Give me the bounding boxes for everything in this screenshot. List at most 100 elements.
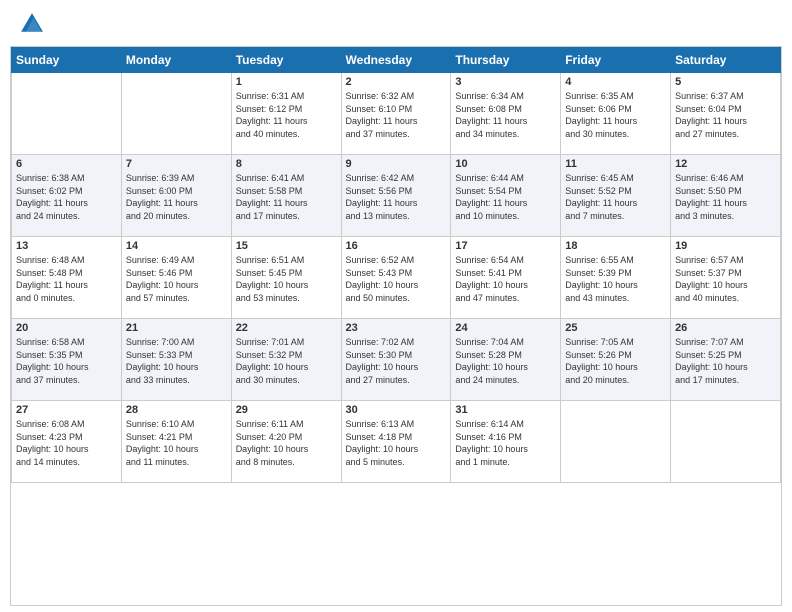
day-number: 3 (455, 76, 556, 88)
calendar-cell: 23 Sunrise: 7:02 AM Sunset: 5:30 PM Dayli… (341, 319, 451, 401)
week-row-3: 20 Sunrise: 6:58 AM Sunset: 5:35 PM Dayli… (12, 319, 781, 401)
day-info: Sunrise: 6:57 AM Sunset: 5:37 PM Dayligh… (675, 254, 776, 304)
day-info: Sunrise: 6:42 AM Sunset: 5:56 PM Dayligh… (346, 172, 447, 222)
day-number: 21 (126, 322, 227, 334)
day-number: 4 (565, 76, 666, 88)
calendar-cell: 8 Sunrise: 6:41 AM Sunset: 5:58 PM Daylig… (231, 155, 341, 237)
day-number: 5 (675, 76, 776, 88)
day-info: Sunrise: 6:55 AM Sunset: 5:39 PM Dayligh… (565, 254, 666, 304)
day-number: 8 (236, 158, 337, 170)
week-row-0: 1 Sunrise: 6:31 AM Sunset: 6:12 PM Daylig… (12, 73, 781, 155)
day-info: Sunrise: 6:46 AM Sunset: 5:50 PM Dayligh… (675, 172, 776, 222)
day-info: Sunrise: 6:31 AM Sunset: 6:12 PM Dayligh… (236, 90, 337, 140)
calendar-cell: 24 Sunrise: 7:04 AM Sunset: 5:28 PM Dayli… (451, 319, 561, 401)
calendar-cell: 27Sunrise: 6:08 AM Sunset: 4:23 PM Dayli… (12, 401, 122, 483)
day-info: Sunrise: 6:44 AM Sunset: 5:54 PM Dayligh… (455, 172, 556, 222)
calendar-table: SundayMondayTuesdayWednesdayThursdayFrid… (11, 47, 781, 483)
day-info: Sunrise: 6:08 AM Sunset: 4:23 PM Dayligh… (16, 418, 117, 468)
day-number: 18 (565, 240, 666, 252)
day-info: Sunrise: 7:07 AM Sunset: 5:25 PM Dayligh… (675, 336, 776, 386)
header-cell-sunday: Sunday (12, 48, 122, 73)
calendar-cell (12, 73, 122, 155)
day-info: Sunrise: 6:34 AM Sunset: 6:08 PM Dayligh… (455, 90, 556, 140)
calendar-cell: 1 Sunrise: 6:31 AM Sunset: 6:12 PM Daylig… (231, 73, 341, 155)
calendar-cell: 20 Sunrise: 6:58 AM Sunset: 5:35 PM Dayli… (12, 319, 122, 401)
day-number: 2 (346, 76, 447, 88)
day-info: Sunrise: 6:35 AM Sunset: 6:06 PM Dayligh… (565, 90, 666, 140)
day-number: 10 (455, 158, 556, 170)
day-info: Sunrise: 7:00 AM Sunset: 5:33 PM Dayligh… (126, 336, 227, 386)
header-cell-wednesday: Wednesday (341, 48, 451, 73)
day-info: Sunrise: 6:14 AM Sunset: 4:16 PM Dayligh… (455, 418, 556, 468)
calendar-cell: 12 Sunrise: 6:46 AM Sunset: 5:50 PM Dayli… (671, 155, 781, 237)
calendar-cell: 19 Sunrise: 6:57 AM Sunset: 5:37 PM Dayli… (671, 237, 781, 319)
calendar-cell: 9Sunrise: 6:42 AM Sunset: 5:56 PM Daylig… (341, 155, 451, 237)
day-info: Sunrise: 6:52 AM Sunset: 5:43 PM Dayligh… (346, 254, 447, 304)
calendar-cell: 15 Sunrise: 6:51 AM Sunset: 5:45 PM Dayli… (231, 237, 341, 319)
day-info: Sunrise: 6:11 AM Sunset: 4:20 PM Dayligh… (236, 418, 337, 468)
calendar: SundayMondayTuesdayWednesdayThursdayFrid… (10, 46, 782, 606)
day-number: 19 (675, 240, 776, 252)
calendar-cell: 21 Sunrise: 7:00 AM Sunset: 5:33 PM Dayli… (121, 319, 231, 401)
day-number: 1 (236, 76, 337, 88)
header-cell-saturday: Saturday (671, 48, 781, 73)
day-info: Sunrise: 7:05 AM Sunset: 5:26 PM Dayligh… (565, 336, 666, 386)
calendar-cell: 6 Sunrise: 6:38 AM Sunset: 6:02 PM Daylig… (12, 155, 122, 237)
day-info: Sunrise: 6:54 AM Sunset: 5:41 PM Dayligh… (455, 254, 556, 304)
day-info: Sunrise: 6:13 AM Sunset: 4:18 PM Dayligh… (346, 418, 447, 468)
day-number: 12 (675, 158, 776, 170)
calendar-cell (121, 73, 231, 155)
day-number: 6 (16, 158, 117, 170)
day-number: 14 (126, 240, 227, 252)
calendar-cell (561, 401, 671, 483)
header-cell-friday: Friday (561, 48, 671, 73)
day-number: 15 (236, 240, 337, 252)
header-cell-thursday: Thursday (451, 48, 561, 73)
day-number: 16 (346, 240, 447, 252)
day-number: 13 (16, 240, 117, 252)
calendar-cell: 3 Sunrise: 6:34 AM Sunset: 6:08 PM Daylig… (451, 73, 561, 155)
calendar-cell: 17Sunrise: 6:54 AM Sunset: 5:41 PM Dayli… (451, 237, 561, 319)
day-info: Sunrise: 6:39 AM Sunset: 6:00 PM Dayligh… (126, 172, 227, 222)
day-number: 25 (565, 322, 666, 334)
calendar-cell: 13Sunrise: 6:48 AM Sunset: 5:48 PM Dayli… (12, 237, 122, 319)
calendar-cell: 14 Sunrise: 6:49 AM Sunset: 5:46 PM Dayli… (121, 237, 231, 319)
day-info: Sunrise: 7:01 AM Sunset: 5:32 PM Dayligh… (236, 336, 337, 386)
calendar-cell (671, 401, 781, 483)
header-row: SundayMondayTuesdayWednesdayThursdayFrid… (12, 48, 781, 73)
calendar-cell: 29Sunrise: 6:11 AM Sunset: 4:20 PM Dayli… (231, 401, 341, 483)
calendar-cell: 16 Sunrise: 6:52 AM Sunset: 5:43 PM Dayli… (341, 237, 451, 319)
calendar-cell: 5 Sunrise: 6:37 AM Sunset: 6:04 PM Daylig… (671, 73, 781, 155)
day-info: Sunrise: 6:45 AM Sunset: 5:52 PM Dayligh… (565, 172, 666, 222)
day-number: 31 (455, 404, 556, 416)
day-number: 22 (236, 322, 337, 334)
calendar-cell: 10 Sunrise: 6:44 AM Sunset: 5:54 PM Dayli… (451, 155, 561, 237)
calendar-cell: 25 Sunrise: 7:05 AM Sunset: 5:26 PM Dayli… (561, 319, 671, 401)
day-info: Sunrise: 6:58 AM Sunset: 5:35 PM Dayligh… (16, 336, 117, 386)
day-number: 7 (126, 158, 227, 170)
calendar-cell: 30 Sunrise: 6:13 AM Sunset: 4:18 PM Dayli… (341, 401, 451, 483)
day-info: Sunrise: 6:37 AM Sunset: 6:04 PM Dayligh… (675, 90, 776, 140)
day-info: Sunrise: 6:51 AM Sunset: 5:45 PM Dayligh… (236, 254, 337, 304)
calendar-cell: 26 Sunrise: 7:07 AM Sunset: 5:25 PM Dayli… (671, 319, 781, 401)
day-info: Sunrise: 6:10 AM Sunset: 4:21 PM Dayligh… (126, 418, 227, 468)
header-cell-tuesday: Tuesday (231, 48, 341, 73)
calendar-header: SundayMondayTuesdayWednesdayThursdayFrid… (12, 48, 781, 73)
calendar-cell: 7 Sunrise: 6:39 AM Sunset: 6:00 PM Daylig… (121, 155, 231, 237)
day-info: Sunrise: 7:02 AM Sunset: 5:30 PM Dayligh… (346, 336, 447, 386)
day-number: 26 (675, 322, 776, 334)
day-info: Sunrise: 6:32 AM Sunset: 6:10 PM Dayligh… (346, 90, 447, 140)
calendar-body: 1 Sunrise: 6:31 AM Sunset: 6:12 PM Daylig… (12, 73, 781, 483)
day-info: Sunrise: 6:49 AM Sunset: 5:46 PM Dayligh… (126, 254, 227, 304)
calendar-cell: 18 Sunrise: 6:55 AM Sunset: 5:39 PM Dayli… (561, 237, 671, 319)
day-number: 23 (346, 322, 447, 334)
day-info: Sunrise: 6:38 AM Sunset: 6:02 PM Dayligh… (16, 172, 117, 222)
day-number: 24 (455, 322, 556, 334)
day-number: 30 (346, 404, 447, 416)
logo-icon (18, 10, 46, 38)
calendar-cell: 4 Sunrise: 6:35 AM Sunset: 6:06 PM Daylig… (561, 73, 671, 155)
day-info: Sunrise: 7:04 AM Sunset: 5:28 PM Dayligh… (455, 336, 556, 386)
calendar-cell: 11Sunrise: 6:45 AM Sunset: 5:52 PM Dayli… (561, 155, 671, 237)
day-info: Sunrise: 6:41 AM Sunset: 5:58 PM Dayligh… (236, 172, 337, 222)
day-number: 20 (16, 322, 117, 334)
